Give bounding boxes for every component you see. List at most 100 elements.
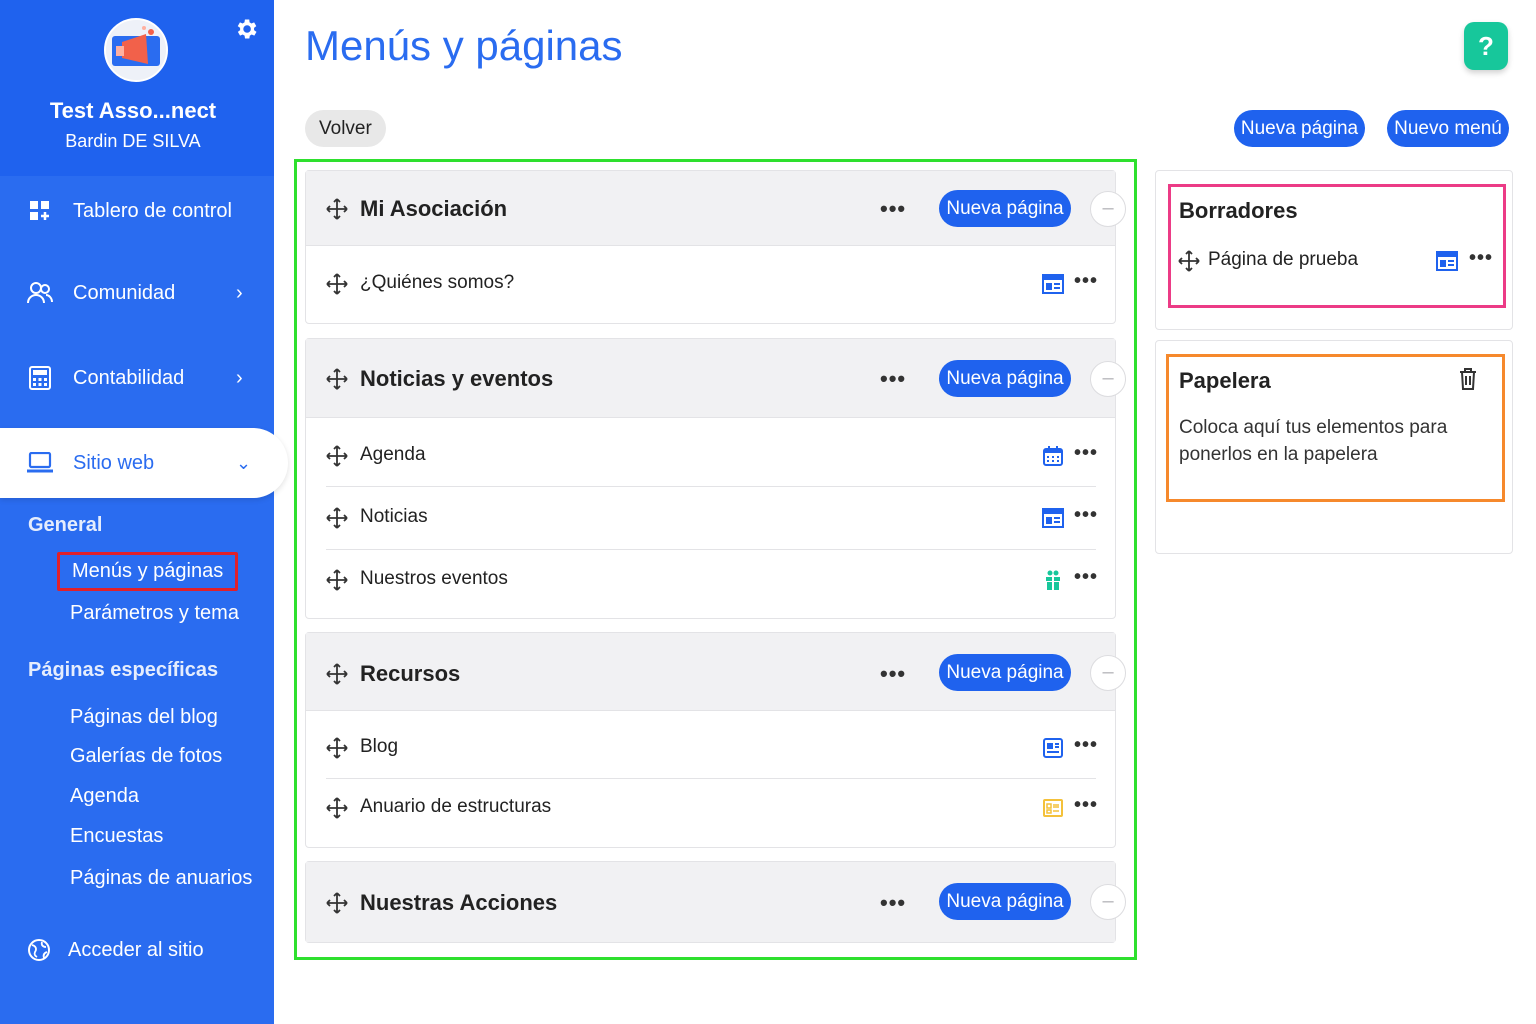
row-divider (326, 778, 1096, 779)
menu-header[interactable]: Nuestras Acciones ••• Nueva página (306, 862, 1115, 942)
page-label: Noticias (360, 506, 428, 527)
page-layout-icon (1042, 508, 1064, 528)
back-button[interactable]: Volver (305, 110, 386, 147)
page-label: ¿Quiénes somos? (360, 272, 515, 293)
trash-help-text: Coloca aquí tus elementos para ponerlos … (1179, 417, 1448, 465)
sidebar-link-photo-galleries[interactable]: Galerías de fotos (70, 745, 222, 768)
page-row[interactable]: Noticias ••• (326, 493, 1098, 543)
nav-label: Acceder al sitio (68, 938, 204, 961)
menu-header[interactable]: Noticias y eventos ••• Nueva página (306, 339, 1115, 418)
menu-title: Nuestras Acciones (360, 890, 558, 915)
menu-header[interactable]: Recursos ••• Nueva página (306, 633, 1115, 711)
page-row[interactable]: Anuario de estructuras ••• (326, 783, 1098, 833)
sidebar-link-directory-pages[interactable]: Páginas de anuarios (70, 867, 252, 890)
sidebar-link-blog-pages[interactable]: Páginas del blog (70, 706, 218, 729)
move-icon[interactable] (326, 892, 348, 914)
collapse-menu-button[interactable]: – (1090, 361, 1126, 397)
sidebar-link-agenda[interactable]: Agenda (70, 785, 139, 808)
gift-icon (1046, 570, 1060, 590)
menu-new-page-button[interactable]: Nueva página (939, 883, 1071, 920)
page-row[interactable]: Blog ••• (326, 723, 1098, 773)
move-icon[interactable] (326, 198, 348, 220)
page-label: Blog (360, 736, 399, 757)
page-label: Anuario de estructuras (360, 796, 552, 817)
menu-card: Nuestras Acciones ••• Nueva página (305, 861, 1116, 943)
menu-new-page-button[interactable]: Nueva página (939, 190, 1071, 227)
nav-accounting[interactable]: Contabilidad › (0, 343, 274, 413)
page-row[interactable]: Agenda ••• (326, 431, 1098, 481)
sidebar-link-menus-pages[interactable]: Menús y páginas (57, 552, 239, 591)
move-icon[interactable] (326, 569, 348, 591)
nav-label: Tablero de control (73, 199, 232, 222)
more-options-icon[interactable]: ••• (1074, 504, 1098, 527)
chevron-right-icon: › (236, 366, 243, 389)
move-icon[interactable] (326, 368, 348, 390)
draft-label: Página de prueba (1208, 249, 1359, 270)
more-options-icon[interactable]: ••• (880, 890, 906, 916)
more-options-icon[interactable]: ••• (880, 196, 906, 222)
blog-icon (1043, 738, 1063, 758)
collapse-menu-button[interactable]: – (1090, 655, 1126, 691)
row-divider (326, 486, 1096, 487)
calendar-icon (1043, 446, 1063, 466)
organization-name: Test Asso...nect (49, 98, 217, 123)
nav-access-site[interactable]: Acceder al sitio (0, 915, 274, 985)
nav-label: Contabilidad (73, 366, 185, 389)
user-name: Bardin DE SILVA (65, 131, 201, 151)
collapse-menu-button[interactable]: – (1090, 884, 1126, 920)
menu-new-page-button[interactable]: Nueva página (939, 360, 1071, 397)
more-options-icon[interactable]: ••• (1469, 247, 1493, 270)
menu-title: Noticias y eventos (360, 366, 554, 391)
move-icon[interactable] (326, 507, 348, 529)
avatar[interactable] (104, 18, 168, 82)
globe-icon (26, 937, 52, 963)
move-icon[interactable] (326, 737, 348, 759)
menu-title: Recursos (360, 661, 461, 686)
more-options-icon[interactable]: ••• (880, 366, 906, 392)
page-layout-icon (1436, 251, 1458, 271)
page-row[interactable]: ¿Quiénes somos? ••• (326, 259, 1098, 309)
nav-community[interactable]: Comunidad › (0, 258, 274, 328)
page-title: Menús y páginas (305, 22, 623, 69)
more-options-icon[interactable]: ••• (1074, 270, 1098, 293)
drafts-title: Borradores (1179, 198, 1298, 223)
chevron-right-icon: › (236, 281, 243, 304)
page-label: Nuestros eventos (360, 568, 508, 589)
directory-icon (1043, 799, 1063, 817)
move-icon[interactable] (326, 663, 348, 685)
nav-dashboard[interactable]: Tablero de control (0, 176, 274, 246)
trash-title: Papelera (1179, 368, 1271, 393)
sidebar: Test Asso...nect Bardin DE SILVA Tablero… (0, 0, 288, 1024)
more-options-icon[interactable]: ••• (1074, 442, 1098, 465)
laptop-icon (27, 450, 53, 476)
calculator-icon (27, 365, 53, 391)
more-options-icon[interactable]: ••• (1074, 566, 1098, 589)
move-icon[interactable] (326, 445, 348, 467)
menu-new-page-button[interactable]: Nueva página (939, 654, 1071, 691)
menu-title: Mi Asociación (360, 196, 508, 221)
trash-icon (1460, 368, 1476, 390)
more-options-icon[interactable]: ••• (1074, 794, 1098, 817)
menu-header[interactable]: Mi Asociación ••• Nueva página (306, 171, 1115, 246)
sidebar-link-surveys[interactable]: Encuestas (70, 825, 163, 848)
more-options-icon[interactable]: ••• (1074, 734, 1098, 757)
sidebar-link-settings-theme[interactable]: Parámetros y tema (70, 602, 239, 625)
sidebar-header: Test Asso...nect Bardin DE SILVA (0, 0, 274, 176)
move-icon[interactable] (326, 797, 348, 819)
page-row[interactable]: Nuestros eventos ••• (326, 555, 1098, 605)
move-icon[interactable] (326, 273, 348, 295)
nav-website[interactable]: Sitio web ⌄ (0, 428, 288, 498)
draft-row[interactable]: Página de prueba ••• (1178, 246, 1494, 276)
page-label: Agenda (360, 444, 426, 465)
page-layout-icon (1042, 274, 1064, 294)
new-page-button[interactable]: Nueva página (1234, 110, 1365, 147)
settings-gear-icon[interactable] (232, 16, 260, 44)
nav-label: Sitio web (73, 451, 155, 474)
help-button[interactable]: ? (1464, 22, 1508, 70)
collapse-menu-button[interactable]: – (1090, 191, 1126, 227)
dashboard-icon (27, 198, 53, 224)
more-options-icon[interactable]: ••• (880, 661, 906, 687)
move-icon[interactable] (1178, 250, 1200, 272)
new-menu-button[interactable]: Nuevo menú (1387, 110, 1509, 147)
section-general: General (28, 514, 103, 536)
